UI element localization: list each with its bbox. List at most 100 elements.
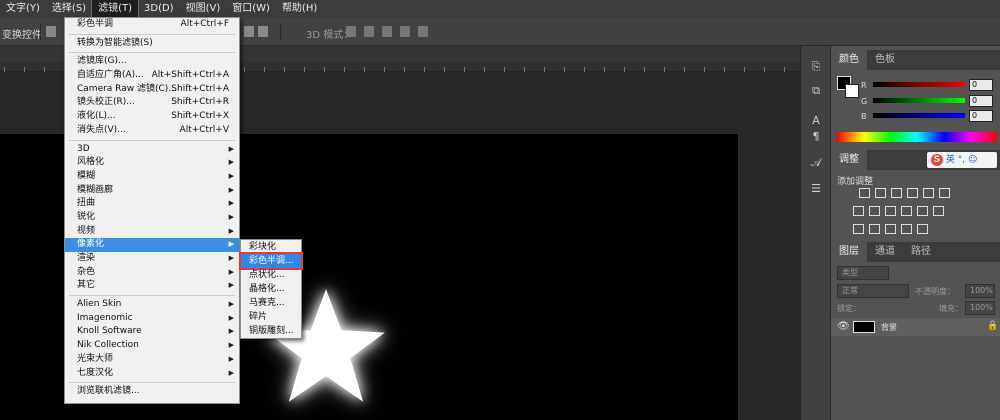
vibrance-icon[interactable]	[923, 188, 934, 198]
menubar-item[interactable]: 窗口(W)	[226, 0, 276, 18]
background-color-swatch[interactable]	[845, 84, 859, 98]
menu-item[interactable]: 点状化...	[241, 268, 301, 282]
3d-slide-icon[interactable]	[400, 26, 410, 37]
red-slider[interactable]	[873, 82, 965, 87]
menu-item[interactable]: Camera Raw 滤镜(C)... Shift+Ctrl+A	[65, 83, 239, 97]
menu-item[interactable]: 锐化 ▶	[65, 211, 239, 225]
layer-row-background[interactable]: 👁 背景 🔒	[831, 318, 1000, 336]
menu-item[interactable]: 渲染 ▶	[65, 252, 239, 266]
distribute-icon[interactable]	[244, 26, 254, 37]
menu-item[interactable]: 其它 ▶	[65, 279, 239, 293]
history-icon[interactable]: ⎘	[809, 60, 823, 74]
menubar-item[interactable]: 选择(S)	[46, 0, 92, 18]
gradient-map-icon[interactable]	[901, 224, 912, 234]
menu-item[interactable]: 液化(L)... Shift+Ctrl+X	[65, 110, 239, 124]
menu-item[interactable]: 扭曲 ▶	[65, 197, 239, 211]
transform-controls-label[interactable]: 变换控件	[2, 26, 42, 41]
paragraph-icon[interactable]: ¶	[809, 130, 823, 144]
menu-item[interactable]: Imagenomic ▶	[65, 312, 239, 326]
brightness-icon[interactable]	[859, 188, 870, 198]
green-value-field[interactable]: 0	[969, 95, 993, 107]
tab-adjustments[interactable]: 调整	[831, 150, 867, 170]
exposure-icon[interactable]	[907, 188, 918, 198]
red-value-field[interactable]: 0	[969, 79, 993, 91]
menubar-item[interactable]: 帮助(H)	[276, 0, 323, 18]
tab-color[interactable]: 颜色	[831, 50, 867, 70]
layer-kind-filter[interactable]: 类型	[837, 266, 889, 280]
channel-mixer-icon[interactable]	[917, 206, 928, 216]
filter-menu: 彩色半调 Alt+Ctrl+F 转换为智能滤镜(S) 滤镜库(G)... 自适应广角(A…	[64, 17, 240, 404]
menu-item[interactable]: 3D ▶	[65, 143, 239, 157]
menu-item[interactable]: 彩色半调 Alt+Ctrl+F	[65, 18, 239, 32]
submenu-arrow-icon: ▶	[228, 267, 234, 276]
color-spectrum[interactable]	[837, 132, 997, 142]
distribute-icon-2[interactable]	[258, 26, 268, 37]
black-white-icon[interactable]	[885, 206, 896, 216]
color-lookup-icon[interactable]	[933, 206, 944, 216]
3d-rotate-icon[interactable]	[346, 26, 356, 37]
menu-item-label: 镜头校正(R)...	[77, 97, 135, 108]
align-icon[interactable]	[46, 26, 56, 37]
menu-item[interactable]: 镜头校正(R)... Shift+Ctrl+R	[65, 96, 239, 110]
3d-pan-icon[interactable]	[382, 26, 392, 37]
menu-item[interactable]: 晶格化...	[241, 282, 301, 296]
fill-field[interactable]: 100%	[965, 301, 995, 315]
glyphs-icon[interactable]: 𝒜	[809, 156, 823, 170]
curves-icon[interactable]	[891, 188, 902, 198]
tab-swatches[interactable]: 色板	[867, 50, 903, 70]
menu-item[interactable]: 碎片	[241, 310, 301, 324]
selective-color-icon[interactable]	[917, 224, 928, 234]
tab-channels[interactable]: 通道	[867, 242, 903, 262]
menu-item[interactable]: 彩色半调...	[239, 252, 303, 270]
menu-item[interactable]: 视频 ▶	[65, 225, 239, 239]
menu-item[interactable]: 模糊画廊 ▶	[65, 184, 239, 198]
hue-saturation-icon[interactable]	[853, 206, 864, 216]
character-icon[interactable]: A	[809, 114, 823, 128]
menu-item[interactable]: 滤镜库(G)...	[65, 55, 239, 69]
triangle-icon[interactable]	[939, 188, 950, 198]
menu-item-shortcut: Alt+Ctrl+F	[180, 19, 229, 29]
3d-roll-icon[interactable]	[364, 26, 374, 37]
properties-icon[interactable]: ☰	[809, 182, 823, 196]
menu-item[interactable]: 光束大师 ▶	[65, 353, 239, 367]
photo-filter-icon[interactable]	[901, 206, 912, 216]
menu-item[interactable]: 消失点(V)... Alt+Ctrl+V	[65, 124, 239, 138]
3d-scale-icon[interactable]	[418, 26, 428, 37]
menu-item[interactable]: Alien Skin ▶	[65, 298, 239, 312]
menubar-item[interactable]: 文字(Y)	[0, 0, 46, 18]
color-balance-icon[interactable]	[869, 206, 880, 216]
visibility-eye-icon[interactable]: 👁	[837, 321, 850, 332]
opacity-field[interactable]: 100%	[965, 284, 995, 298]
menu-item[interactable]: 铜版雕刻...	[241, 324, 301, 338]
blend-mode-select[interactable]: 正常	[837, 284, 909, 298]
menu-item[interactable]: 七度汉化 ▶	[65, 367, 239, 381]
menu-item[interactable]: 风格化 ▶	[65, 156, 239, 170]
tab-paths[interactable]: 路径	[903, 242, 939, 262]
invert-icon[interactable]	[853, 224, 864, 234]
menu-item[interactable]: 模糊 ▶	[65, 170, 239, 184]
menu-item[interactable]: 自适应广角(A)... Alt+Shift+Ctrl+A	[65, 69, 239, 83]
menubar-item[interactable]: 视图(V)	[180, 0, 227, 18]
levels-icon[interactable]	[875, 188, 886, 198]
blue-slider[interactable]	[873, 113, 965, 118]
tab-layers[interactable]: 图层	[831, 242, 867, 262]
menu-item[interactable]: 彩块化	[241, 240, 301, 254]
menubar-item[interactable]: 3D(D)	[138, 0, 180, 18]
ime-toolbar[interactable]: S 英 °, ☺	[927, 152, 997, 168]
menu-item[interactable]: 转换为智能滤镜(S)	[65, 37, 239, 51]
blue-value-field[interactable]: 0	[969, 110, 993, 122]
menu-item[interactable]: 浏览联机滤镜...	[65, 385, 239, 399]
menu-item[interactable]: Knoll Software ▶	[65, 325, 239, 339]
green-slider[interactable]	[873, 98, 965, 103]
sogou-logo-icon: S	[931, 154, 943, 166]
menu-item[interactable]: Nik Collection ▶	[65, 339, 239, 353]
menu-item[interactable]: 杂色 ▶	[65, 266, 239, 280]
menubar-item[interactable]: 滤镜(T)	[91, 0, 139, 19]
actions-icon[interactable]: ⧉	[809, 84, 823, 98]
menu-item-label: 点状化...	[249, 270, 285, 280]
posterize-icon[interactable]	[869, 224, 880, 234]
blue-label: B	[861, 112, 867, 121]
menu-item[interactable]: 马赛克...	[241, 296, 301, 310]
threshold-icon[interactable]	[885, 224, 896, 234]
menu-item[interactable]: 像素化 ▶	[65, 238, 239, 252]
